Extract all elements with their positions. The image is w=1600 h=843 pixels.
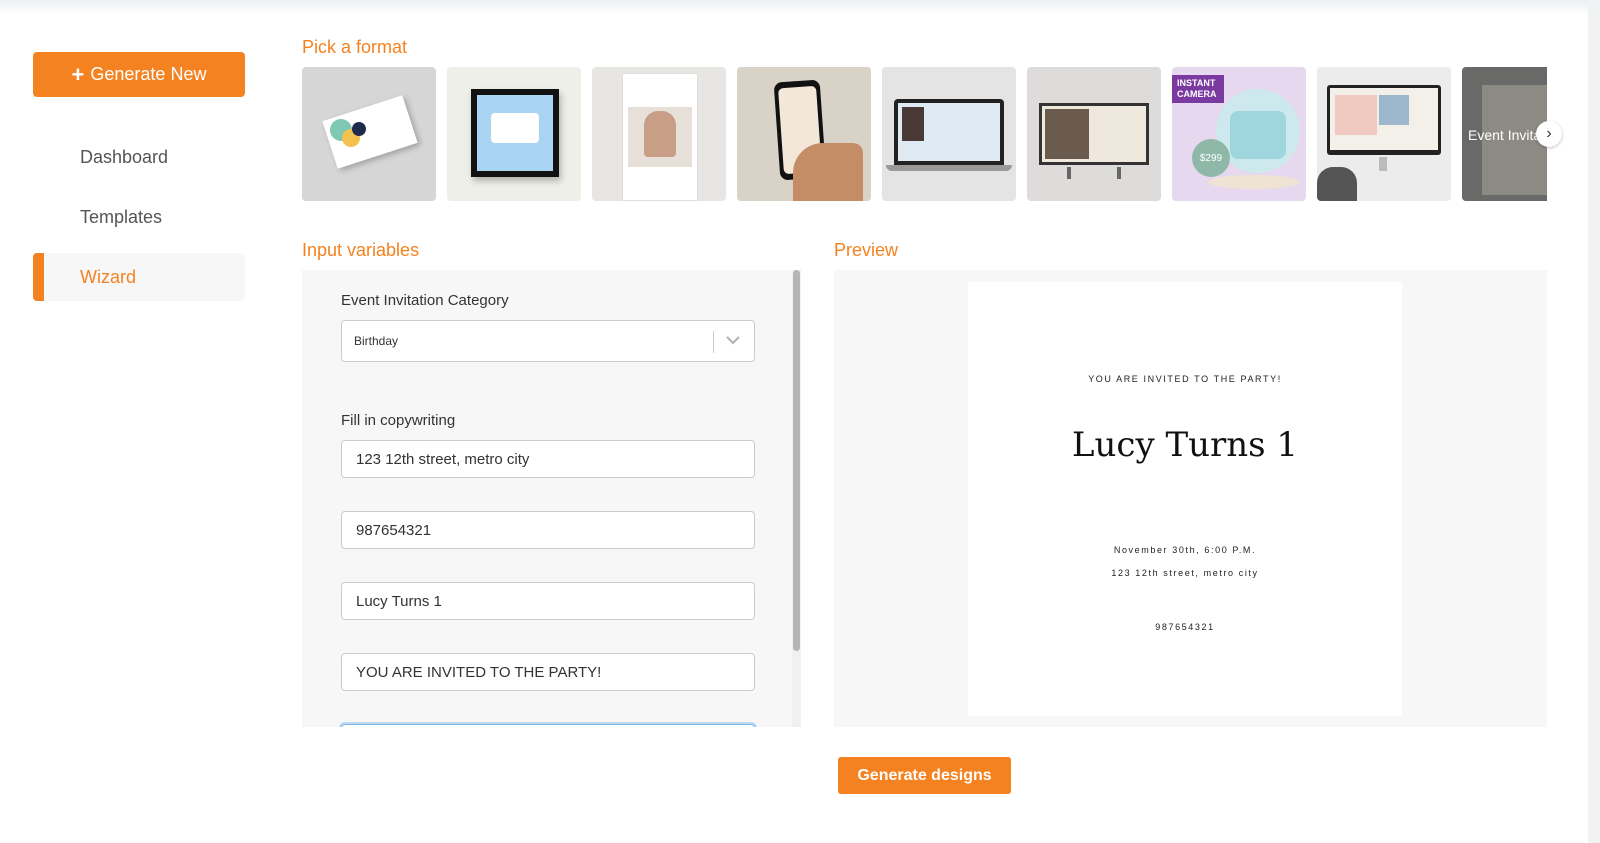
sidebar-item-label: Dashboard	[80, 146, 169, 167]
preview-phone: 987654321	[1155, 622, 1215, 632]
phone-input[interactable]	[341, 511, 755, 549]
format-desktop-banner[interactable]	[1317, 67, 1451, 201]
sidebar-item-label: Templates	[80, 206, 163, 227]
select-divider	[713, 331, 714, 353]
input-variables-title: Input variables	[302, 240, 420, 260]
sidebar-item-label: Wizard	[80, 266, 137, 287]
format-tv-display[interactable]	[1027, 67, 1161, 201]
top-shadow	[0, 0, 1600, 14]
scrollbar-thumb[interactable]	[793, 270, 800, 651]
category-select[interactable]: Birthday	[341, 320, 755, 362]
instant-camera-text: INSTANT CAMERA	[1172, 75, 1224, 103]
pick-format-title: Pick a format	[302, 37, 408, 57]
preview-address: 123 12th street, metro city	[1111, 568, 1259, 578]
category-label: Event Invitation Category	[341, 292, 509, 309]
date-input[interactable]	[341, 724, 755, 727]
copywriting-label: Fill in copywriting	[341, 412, 456, 429]
generate-new-button[interactable]: + Generate New	[33, 52, 245, 97]
chevron-down-icon	[726, 336, 740, 345]
format-instagram-post[interactable]	[592, 67, 726, 201]
generate-new-label: Generate New	[90, 64, 207, 84]
input-panel: Event Invitation Category Birthday Fill …	[302, 270, 801, 727]
name-input[interactable]	[341, 582, 755, 620]
preview-name: Lucy Turns 1	[1071, 425, 1299, 465]
preview-title: Preview	[834, 240, 899, 260]
format-instant-camera-ad[interactable]: INSTANT CAMERA $299	[1172, 67, 1306, 201]
sidebar-item-wizard[interactable]: Wizard	[33, 253, 245, 301]
format-phone-story[interactable]	[737, 67, 871, 201]
right-edge	[1588, 0, 1600, 843]
category-value: Birthday	[354, 334, 399, 348]
preview-headline: YOU ARE INVITED TO THE PARTY!	[1088, 374, 1282, 384]
sidebar-item-templates[interactable]: Templates	[33, 193, 245, 241]
price-badge: $299	[1192, 139, 1230, 177]
plus-icon: +	[71, 61, 85, 87]
format-framed-quote[interactable]	[447, 67, 581, 201]
sidebar-item-dashboard[interactable]: Dashboard	[33, 133, 245, 181]
format-laptop-website[interactable]	[882, 67, 1016, 201]
chevron-right-icon[interactable]: ›	[1536, 121, 1562, 147]
format-strip: INSTANT CAMERA $299	[302, 67, 1547, 201]
headline-input[interactable]	[341, 653, 755, 691]
preview-panel: YOU ARE INVITED TO THE PARTY! Lucy Turns…	[834, 270, 1547, 727]
generate-designs-button[interactable]: Generate designs	[838, 757, 1011, 794]
preview-date: November 30th, 6:00 P.M.	[1113, 545, 1257, 555]
format-business-card[interactable]	[302, 67, 436, 201]
invitation-preview: YOU ARE INVITED TO THE PARTY! Lucy Turns…	[968, 282, 1402, 716]
address-input[interactable]	[341, 440, 755, 478]
format-hover-label: Event Invita	[1468, 127, 1542, 143]
